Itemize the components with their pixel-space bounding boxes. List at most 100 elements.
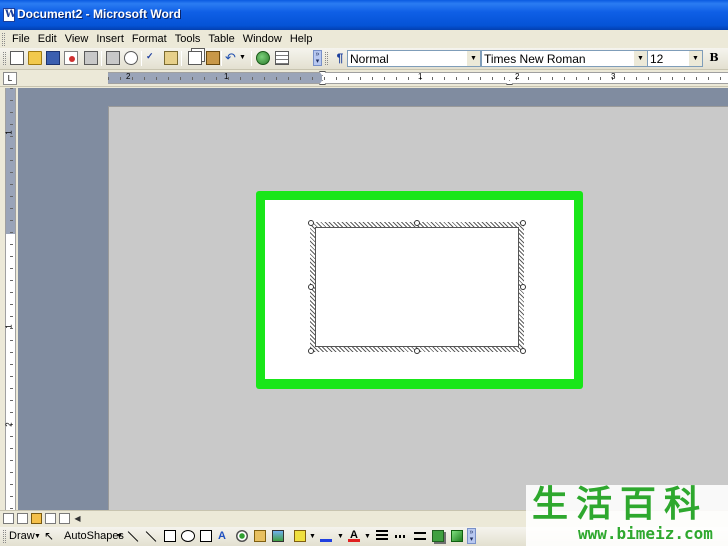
ruler-ticks [10,88,13,510]
drawing-toolbar-grip[interactable] [3,530,6,543]
oval-icon[interactable] [181,530,195,542]
resize-handle[interactable] [414,220,420,226]
menu-window[interactable]: Window [239,31,286,47]
rectangle-icon[interactable] [164,530,176,542]
print-layout-view-icon[interactable] [31,513,42,524]
chevron-down-icon[interactable]: ▼ [309,530,316,543]
menu-edit[interactable]: Edit [34,31,61,47]
text-box[interactable] [315,227,519,347]
menubar-grip[interactable] [2,32,5,46]
new-document-icon[interactable] [10,51,24,65]
resize-handle[interactable] [414,348,420,354]
draw-menu-button[interactable]: Draw [9,530,35,543]
toolbar-options-chevron-icon[interactable]: » ▾ [467,528,476,544]
menu-table[interactable]: Table [204,31,238,47]
toolbar-separator [221,51,222,66]
font-size-value: 12 [650,52,664,66]
toolbar-grip[interactable] [3,52,6,65]
web-layout-view-icon[interactable] [17,513,28,524]
text-box-icon[interactable] [200,530,212,542]
reading-layout-view-icon[interactable] [59,513,70,524]
outline-view-icon[interactable] [45,513,56,524]
style-value: Normal [350,52,389,66]
ruler-number: 3 [611,72,616,81]
menu-insert[interactable]: Insert [92,31,128,47]
ruler-row: L 2 1 1 2 3 [0,70,728,87]
undo-icon[interactable]: ↶ [225,51,239,65]
dash-style-icon[interactable] [395,535,407,538]
styles-and-formatting-icon[interactable]: ¶ [333,51,347,65]
resize-handle[interactable] [308,348,314,354]
normal-view-icon[interactable] [3,513,14,524]
clip-art-icon[interactable] [254,530,266,542]
fill-color-icon[interactable] [294,530,306,542]
ruler-number: 1 [224,72,229,81]
menu-view[interactable]: View [61,31,93,47]
word-app-icon[interactable] [3,8,16,22]
print-icon[interactable] [106,51,120,65]
print-preview-icon[interactable] [124,51,138,65]
title-bar: Document2 - Microsoft Word [0,0,728,30]
chevron-down-icon[interactable]: ▼ [467,51,480,66]
resize-handle[interactable] [520,220,526,226]
font-size-select[interactable]: 12 ▼ [647,50,703,67]
line-color-icon[interactable] [320,530,332,542]
chevron-down-icon[interactable]: ▼ [364,530,371,543]
chevron-down-icon[interactable]: ▼ [689,51,702,66]
style-select[interactable]: Normal ▼ [347,50,481,67]
diagram-icon[interactable] [236,530,248,542]
toolbar-separator [101,51,102,66]
save-icon[interactable] [46,51,60,65]
watermark-characters: 生活百科 [532,484,709,525]
ruler-number: 2 [515,72,520,81]
ruler-number: 1 [418,72,423,81]
print-icon[interactable] [84,51,98,65]
insert-picture-icon[interactable] [272,530,284,542]
open-folder-icon[interactable] [28,51,42,65]
arrow-icon[interactable] [145,531,157,542]
arrow-style-icon[interactable] [414,532,426,540]
chevron-down-icon[interactable]: ▼ [634,51,647,66]
toolbar-separator [141,51,142,66]
chevron-down-icon[interactable]: ▼ [337,530,344,543]
menu-format[interactable]: Format [128,31,171,47]
chevron-down-icon[interactable]: ▼ [116,530,123,543]
menu-file[interactable]: File [8,31,34,47]
paste-icon[interactable] [206,51,220,65]
select-objects-icon[interactable]: ↖ [44,530,56,542]
wordart-icon[interactable]: A [218,530,230,542]
3d-style-icon[interactable] [451,530,463,542]
window-title: Document2 - Microsoft Word [17,7,181,21]
vertical-ruler[interactable]: 1 1 2 [5,88,16,510]
bold-button[interactable]: B [707,51,721,65]
font-color-icon[interactable]: A [348,530,360,542]
toolbar-options-chevron-icon[interactable]: » ▾ [313,50,322,66]
spelling-check-icon[interactable]: ✓ [146,51,160,65]
menu-bar: File Edit View Insert Format Tools Table… [0,30,728,48]
menu-tools[interactable]: Tools [171,31,205,47]
research-icon[interactable] [164,51,178,65]
formatting-toolbar-grip[interactable] [325,52,328,65]
horizontal-ruler[interactable]: 2 1 1 2 3 [108,72,728,84]
tab-selector[interactable]: L [3,72,17,85]
hyperlink-globe-icon[interactable] [256,51,270,65]
ruler-number: 1 [4,130,14,135]
chevron-down-icon[interactable]: ▼ [34,530,41,543]
permission-icon[interactable] [64,51,78,65]
scroll-left-arrow-icon[interactable]: ◀ [72,513,83,524]
ruler-number: 1 [4,324,14,329]
font-select[interactable]: Times New Roman ▼ [481,50,648,67]
resize-handle[interactable] [308,284,314,290]
copy-icon[interactable] [188,51,202,65]
line-style-icon[interactable] [376,530,388,542]
resize-handle[interactable] [520,284,526,290]
menu-help[interactable]: Help [286,31,317,47]
ruler-number: 2 [126,72,131,81]
resize-handle[interactable] [308,220,314,226]
resize-handle[interactable] [520,348,526,354]
line-icon[interactable] [127,531,139,542]
ruler-number: 2 [4,422,14,427]
insert-table-icon[interactable] [275,51,289,65]
autoshapes-menu-button[interactable]: AutoShapes [64,530,124,543]
shadow-style-icon[interactable] [432,530,444,542]
